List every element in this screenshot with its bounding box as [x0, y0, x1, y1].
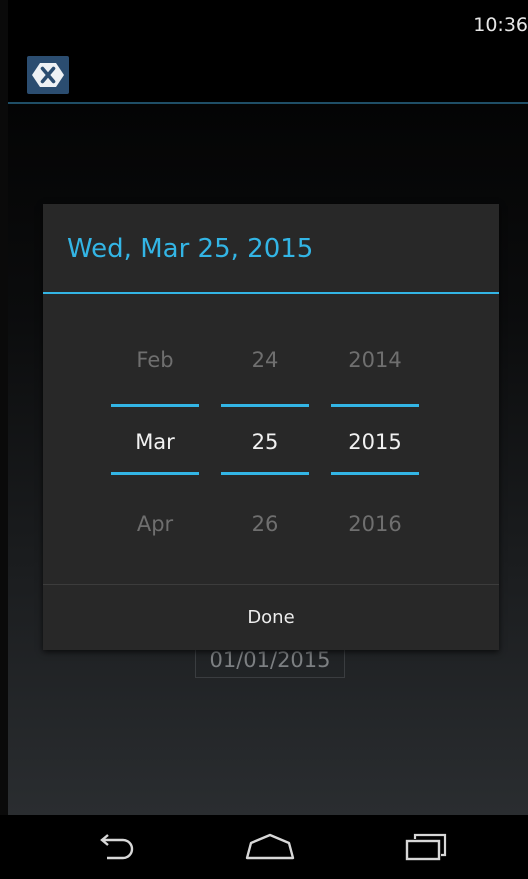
month-selected-value[interactable]: Mar	[111, 430, 199, 454]
xamarin-logo-icon[interactable]	[27, 56, 69, 94]
month-picker-bottom-line	[111, 472, 199, 475]
year-picker[interactable]: 2014 2015 2016	[331, 294, 419, 584]
done-button[interactable]: Done	[43, 585, 499, 650]
month-next-option[interactable]: Apr	[111, 512, 199, 536]
action-bar-divider	[8, 102, 528, 104]
month-picker-top-line	[111, 404, 199, 407]
day-picker-top-line	[221, 404, 309, 407]
date-picker-dialog: Wed, Mar 25, 2015 Feb Mar Apr 24 25 26 2…	[43, 204, 499, 650]
day-next-option[interactable]: 26	[221, 512, 309, 536]
action-bar	[8, 44, 528, 102]
day-picker-bottom-line	[221, 472, 309, 475]
month-picker[interactable]: Feb Mar Apr	[111, 294, 199, 584]
day-picker[interactable]: 24 25 26	[221, 294, 309, 584]
year-picker-bottom-line	[331, 472, 419, 475]
day-prev-option[interactable]: 24	[221, 348, 309, 372]
navigation-bar	[0, 815, 528, 879]
screen-edge	[0, 0, 8, 815]
dialog-title: Wed, Mar 25, 2015	[67, 234, 314, 264]
year-next-option[interactable]: 2016	[331, 512, 419, 536]
year-prev-option[interactable]: 2014	[331, 348, 419, 372]
day-selected-value[interactable]: 25	[221, 430, 309, 454]
recent-apps-icon[interactable]	[386, 815, 466, 879]
date-entry-value: 01/01/2015	[209, 648, 331, 672]
status-clock: 10:36	[473, 14, 528, 36]
year-picker-top-line	[331, 404, 419, 407]
back-arrow-icon[interactable]	[76, 815, 156, 879]
home-icon[interactable]	[230, 815, 310, 879]
month-prev-option[interactable]: Feb	[111, 348, 199, 372]
device-screen: 10:36 01/01/2015 Wed, Mar 25, 2015 Feb M…	[0, 0, 528, 879]
status-bar: 10:36	[8, 0, 528, 44]
year-selected-value[interactable]: 2015	[331, 430, 419, 454]
